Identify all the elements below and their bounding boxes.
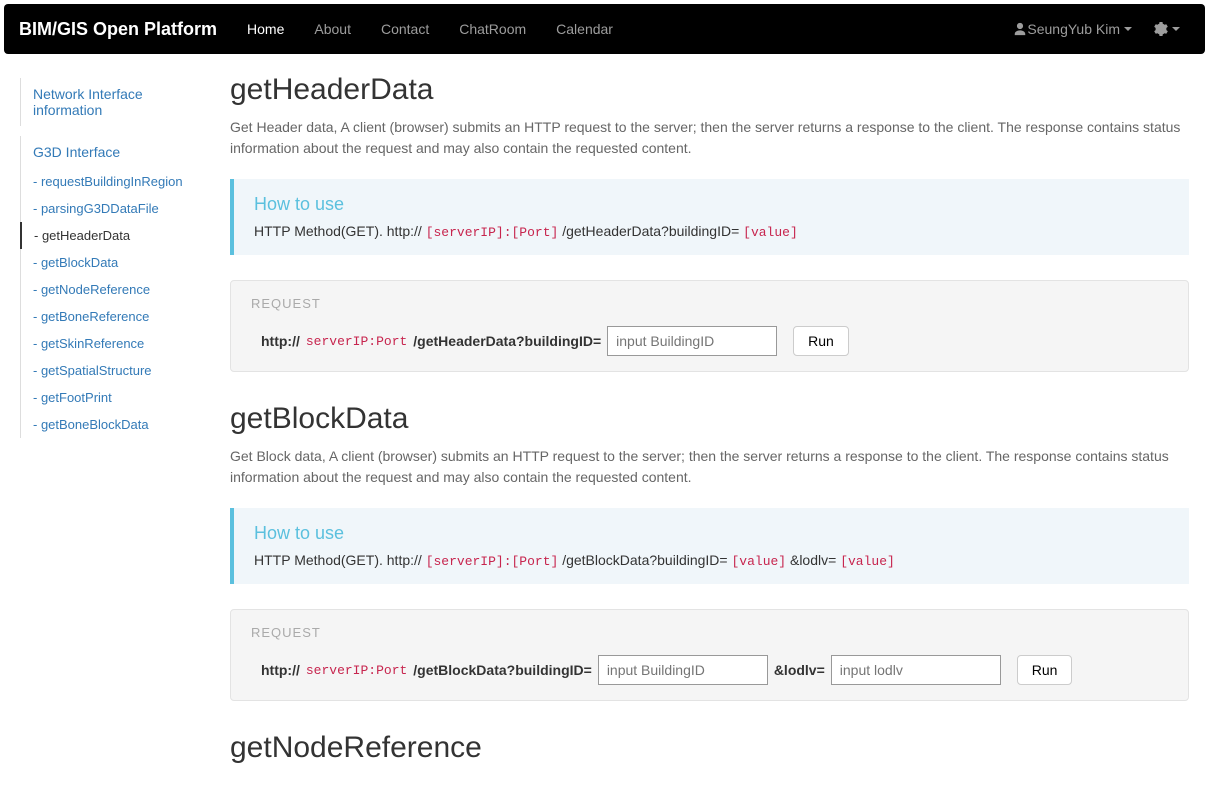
howto-path: /getHeaderData?buildingID= — [558, 223, 743, 239]
howto-lodlv: &lodlv= — [786, 552, 840, 568]
request-label: REQUEST — [251, 625, 1168, 640]
section-title-blockdata: getBlockData — [230, 402, 1189, 436]
user-menu[interactable]: SeungYub Kim — [1003, 21, 1142, 37]
section-title-noderef: getNodeReference — [230, 731, 1189, 765]
sidebar-item-getboneref[interactable]: - getBoneReference — [21, 303, 210, 330]
run-button[interactable]: Run — [1017, 655, 1073, 685]
navbar: BIM/GIS Open Platform Home About Contact… — [4, 4, 1205, 54]
caret-icon — [1172, 27, 1180, 31]
req-server: serverIP:Port — [306, 663, 407, 678]
navbar-right: SeungYub Kim — [1003, 21, 1190, 37]
howto-value: [value] — [743, 225, 798, 240]
sidebar-item-getnoderef[interactable]: - getNodeReference — [21, 276, 210, 303]
howto-value2: [value] — [840, 554, 895, 569]
request-headerdata: REQUEST http:// serverIP:Port /getHeader… — [230, 280, 1189, 372]
desc-blockdata: Get Block data, A client (browser) submi… — [230, 446, 1189, 488]
buildingid-input[interactable] — [598, 655, 768, 685]
brand[interactable]: BIM/GIS Open Platform — [19, 19, 232, 40]
lodlv-input[interactable] — [831, 655, 1001, 685]
caret-icon — [1124, 27, 1132, 31]
sidebar-item-getskinref[interactable]: - getSkinReference — [21, 330, 210, 357]
nav-calendar[interactable]: Calendar — [541, 6, 628, 52]
howto-title: How to use — [254, 194, 1169, 215]
howto-body: HTTP Method(GET). http:// [serverIP]:[Po… — [254, 223, 1169, 240]
request-line: http:// serverIP:Port /getBlockData?buil… — [251, 655, 1168, 685]
sidebar: Network Interface information G3D Interf… — [10, 58, 220, 790]
howto-prefix: HTTP Method(GET). http:// — [254, 552, 426, 568]
buildingid-input[interactable] — [607, 326, 777, 356]
req-path: /getHeaderData?buildingID= — [413, 333, 601, 349]
request-blockdata: REQUEST http:// serverIP:Port /getBlockD… — [230, 609, 1189, 701]
sidebar-item-getboneblock[interactable]: - getBoneBlockData — [21, 411, 210, 438]
gear-icon — [1152, 21, 1168, 37]
nav-home[interactable]: Home — [232, 6, 299, 52]
sidebar-top: Network Interface information — [20, 78, 210, 126]
container: Network Interface information G3D Interf… — [0, 58, 1209, 790]
nav-chatroom[interactable]: ChatRoom — [444, 6, 541, 52]
section-title-headerdata: getHeaderData — [230, 73, 1189, 107]
user-icon — [1013, 22, 1027, 36]
sidebar-item-getspatial[interactable]: - getSpatialStructure — [21, 357, 210, 384]
request-line: http:// serverIP:Port /getHeaderData?bui… — [251, 326, 1168, 356]
howto-serverip: [serverIP]:[Port] — [426, 554, 559, 569]
req-server: serverIP:Port — [306, 334, 407, 349]
howto-blockdata: How to use HTTP Method(GET). http:// [se… — [230, 508, 1189, 584]
req-http: http:// — [261, 333, 300, 349]
howto-headerdata: How to use HTTP Method(GET). http:// [se… — [230, 179, 1189, 255]
run-button[interactable]: Run — [793, 326, 849, 356]
main-content: getHeaderData Get Header data, A client … — [220, 58, 1199, 790]
sidebar-item-getfootprint[interactable]: - getFootPrint — [21, 384, 210, 411]
howto-title: How to use — [254, 523, 1169, 544]
howto-serverip: [serverIP]:[Port] — [426, 225, 559, 240]
howto-path: /getBlockData?buildingID= — [558, 552, 731, 568]
req-http: http:// — [261, 662, 300, 678]
nav-contact[interactable]: Contact — [366, 6, 444, 52]
user-name: SeungYub Kim — [1027, 21, 1120, 37]
howto-body: HTTP Method(GET). http:// [serverIP]:[Po… — [254, 552, 1169, 569]
sidebar-item-requestbuilding[interactable]: - requestBuildingInRegion — [21, 168, 210, 195]
nav-about[interactable]: About — [299, 6, 366, 52]
desc-headerdata: Get Header data, A client (browser) subm… — [230, 117, 1189, 159]
sidebar-g3d-title[interactable]: G3D Interface — [21, 136, 210, 168]
request-label: REQUEST — [251, 296, 1168, 311]
settings-menu[interactable] — [1142, 21, 1190, 37]
sidebar-item-parsing[interactable]: - parsingG3DDataFile — [21, 195, 210, 222]
howto-value: [value] — [731, 554, 786, 569]
req-path: /getBlockData?buildingID= — [413, 662, 592, 678]
req-lodlv: &lodlv= — [774, 662, 825, 678]
howto-prefix: HTTP Method(GET). http:// — [254, 223, 426, 239]
nav-links: Home About Contact ChatRoom Calendar — [232, 6, 628, 52]
sidebar-g3d: G3D Interface - requestBuildingInRegion … — [20, 136, 210, 438]
sidebar-network-interface[interactable]: Network Interface information — [21, 78, 210, 126]
sidebar-item-getheaderdata[interactable]: - getHeaderData — [20, 222, 210, 249]
sidebar-item-getblockdata[interactable]: - getBlockData — [21, 249, 210, 276]
